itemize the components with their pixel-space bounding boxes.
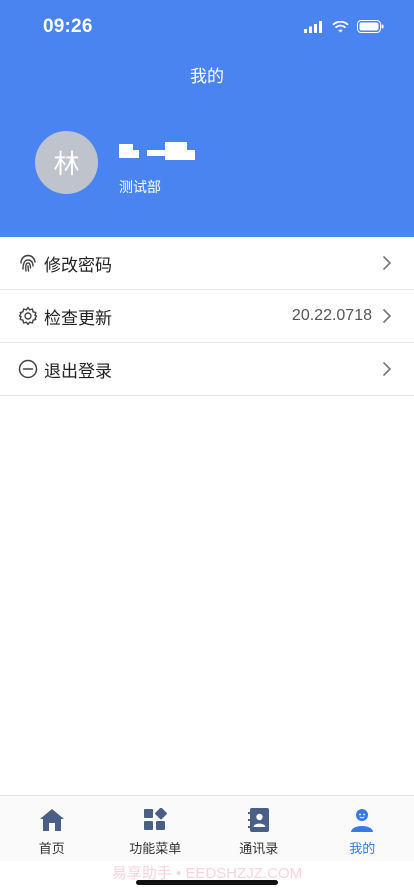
gear-icon xyxy=(18,306,38,326)
fingerprint-icon xyxy=(18,253,38,273)
user-name-redacted xyxy=(119,140,201,164)
menu-item-label: 退出登录 xyxy=(44,361,112,381)
menu-item-label: 检查更新 xyxy=(44,308,112,328)
avatar[interactable]: 林 xyxy=(35,131,98,194)
chevron-right-icon xyxy=(382,308,392,324)
user-icon xyxy=(348,806,376,834)
tab-home[interactable]: 首页 xyxy=(0,796,104,861)
version-value: 20.22.0718 xyxy=(291,307,372,324)
grid-menu-icon xyxy=(141,806,169,834)
chevron-right-icon xyxy=(382,361,392,377)
home-icon xyxy=(38,806,66,834)
status-bar: 09:26 xyxy=(0,0,414,56)
department-label: 测试部 xyxy=(119,179,161,195)
tab-label: 首页 xyxy=(38,841,65,856)
menu-item-check-update[interactable]: 检查更新 20.22.0718 xyxy=(0,290,414,343)
home-indicator xyxy=(136,880,278,885)
battery-icon xyxy=(357,20,384,33)
chevron-right-icon xyxy=(382,255,392,271)
menu-item-logout[interactable]: 退出登录 xyxy=(0,343,414,396)
tab-contacts[interactable]: 通讯录 xyxy=(207,796,311,861)
tab-label: 我的 xyxy=(349,841,376,856)
menu-item-change-password[interactable]: 修改密码 xyxy=(0,237,414,290)
wifi-icon xyxy=(332,20,349,32)
signal-icon xyxy=(304,20,322,33)
tab-mine[interactable]: 我的 xyxy=(311,796,414,861)
page-title: 我的 xyxy=(190,67,224,86)
profile-header: 09:26 我的 林 测试部 xyxy=(0,0,414,237)
avatar-initial: 林 xyxy=(53,149,80,179)
settings-menu: 修改密码 检查更新 20.22.0718 退出登录 xyxy=(0,237,414,396)
tab-label: 功能菜单 xyxy=(129,841,182,856)
status-icons xyxy=(304,20,384,33)
status-time: 09:26 xyxy=(43,16,93,37)
minus-circle-icon xyxy=(18,359,38,379)
menu-item-label: 修改密码 xyxy=(44,255,112,275)
tab-label: 通讯录 xyxy=(239,841,279,856)
tab-function-menu[interactable]: 功能菜单 xyxy=(104,796,208,861)
bottom-tab-bar: 首页 功能菜单 通讯录 我的 xyxy=(0,795,414,861)
contacts-icon xyxy=(245,806,273,834)
